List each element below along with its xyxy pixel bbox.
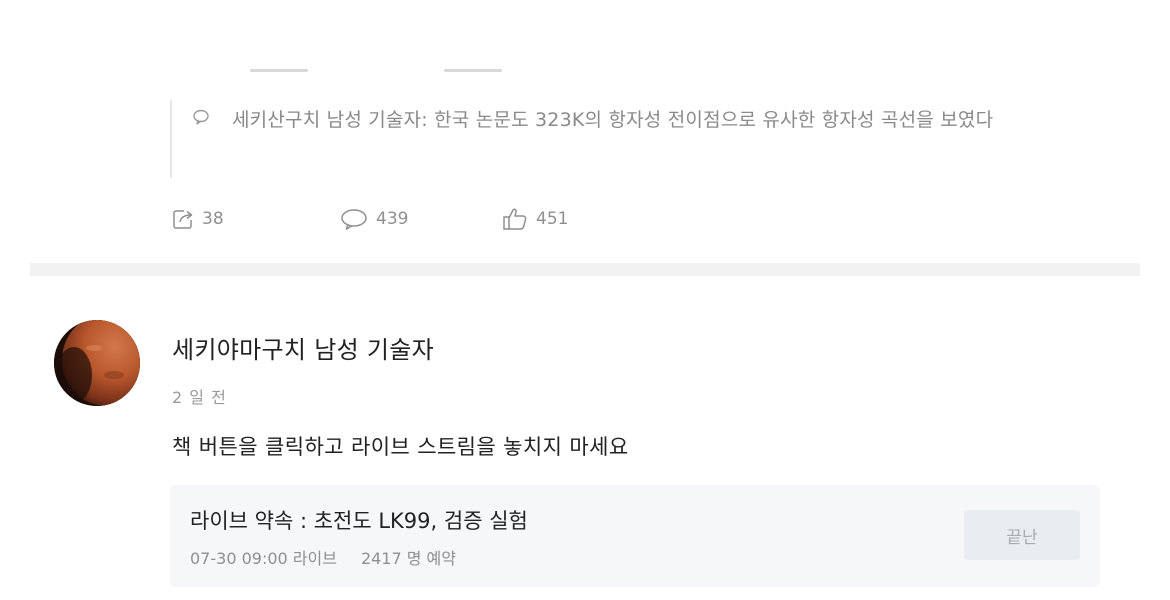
live-schedule: 07-30 09:00 라이브 (190, 549, 337, 568)
comment-bubble-icon (340, 208, 368, 230)
quoted-reply-text: 세키산구치 남성 기술자: 한국 논문도 323K의 항자성 전이점으로 유사한… (232, 102, 1102, 138)
post-timestamp: 2 일 전 (172, 388, 227, 407)
thumbs-up-icon (502, 207, 528, 231)
quoted-reply-author[interactable]: 세키산구치 남성 기술자 (232, 109, 421, 131)
comment-button[interactable]: 439 (340, 204, 408, 234)
section-divider (30, 263, 1140, 276)
share-button[interactable]: 38 (172, 204, 224, 234)
post-body-text: 책 버튼을 클릭하고 라이브 스트림을 놓치지 마세요 (172, 435, 629, 459)
share-icon (172, 208, 194, 230)
like-button[interactable]: 451 (502, 204, 568, 234)
quoted-reply-body: 한국 논문도 323K의 항자성 전이점으로 유사한 항자성 곡선을 보였다 (434, 109, 994, 131)
quoted-reply[interactable]: 세키산구치 남성 기술자: 한국 논문도 323K의 항자성 전이점으로 유사한… (170, 100, 1112, 178)
post-action-bar: 38 439 451 (172, 204, 672, 234)
live-ended-button[interactable]: 끝난 (964, 510, 1080, 560)
quoted-reply-separator: : (421, 109, 435, 131)
comment-icon (192, 108, 210, 126)
live-meta: 07-30 09:00 라이브 2417 명 예약 (190, 545, 456, 569)
comment-count: 439 (376, 209, 409, 229)
post-author-name[interactable]: 세키야마구치 남성 기술자 (172, 330, 434, 365)
live-title: 라이브 약속 : 초전도 LK99, 검증 실험 (190, 509, 528, 533)
share-count: 38 (202, 209, 224, 229)
live-reservation-count: 2417 명 예약 (360, 549, 456, 568)
like-count: 451 (536, 209, 569, 229)
avatar[interactable] (54, 320, 140, 406)
previous-content-fragment (244, 66, 504, 76)
live-reservation-card[interactable]: 라이브 약속 : 초전도 LK99, 검증 실험 07-30 09:00 라이브… (170, 485, 1100, 587)
